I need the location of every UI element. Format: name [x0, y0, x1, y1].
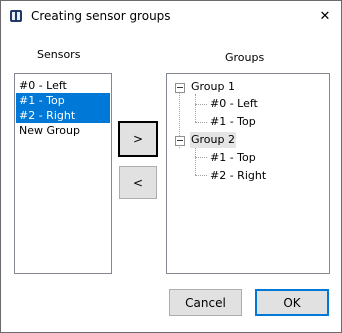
groups-treeview[interactable]: Group 1 #0 - Left #1 - Top Group 2 #1 - …: [166, 73, 330, 274]
move-left-label: <: [132, 175, 144, 190]
cancel-label: Cancel: [185, 295, 226, 310]
move-right-label: >: [132, 132, 144, 146]
tree-node-group-1[interactable]: Group 1: [191, 79, 235, 95]
app-icon: [9, 9, 23, 23]
remove-from-group-button[interactable]: <: [119, 166, 157, 199]
sensor-item-2-right[interactable]: #2 - Right: [16, 108, 110, 123]
tree-connector: [195, 104, 207, 105]
cancel-button[interactable]: Cancel: [169, 289, 242, 316]
tree-node-group-1-item-1-top[interactable]: #1 - Top: [210, 114, 256, 130]
window-title: Creating sensor groups: [31, 9, 171, 23]
title-bar[interactable]: Creating sensor groups ✕: [1, 1, 341, 31]
tree-connector: [195, 147, 196, 175]
collapse-icon[interactable]: [175, 136, 185, 146]
move-to-group-button[interactable]: >: [118, 121, 158, 157]
ok-label: OK: [283, 295, 301, 310]
sensor-item-1-top[interactable]: #1 - Top: [16, 93, 110, 108]
ok-button[interactable]: OK: [255, 289, 329, 316]
tree-node-group-2-item-2-right[interactable]: #2 - Right: [210, 168, 266, 184]
close-button[interactable]: ✕: [311, 3, 339, 29]
close-icon: ✕: [319, 8, 331, 24]
dialog-window: Creating sensor groups ✕ Sensors Groups …: [0, 0, 342, 333]
tree-node-group-2-item-1-top[interactable]: #1 - Top: [210, 150, 256, 166]
tree-connector: [195, 157, 207, 158]
tree-connector: [195, 175, 207, 176]
sensors-label: Sensors: [37, 48, 81, 61]
tree-connector: [195, 122, 207, 123]
sensors-listbox[interactable]: #0 - Left #1 - Top #2 - Right New Group: [14, 73, 112, 274]
sensor-item-new-group[interactable]: New Group: [16, 123, 110, 138]
tree-node-group-2[interactable]: Group 2: [190, 132, 236, 148]
sensor-item-0-left[interactable]: #0 - Left: [16, 78, 110, 93]
collapse-icon[interactable]: [175, 83, 185, 93]
tree-connector: [195, 94, 196, 122]
tree-node-group-1-item-0-left[interactable]: #0 - Left: [210, 96, 258, 112]
groups-label: Groups: [225, 51, 265, 64]
